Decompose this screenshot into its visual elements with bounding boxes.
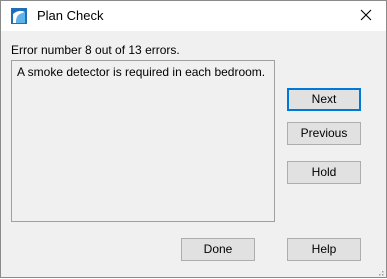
close-icon[interactable]: [360, 9, 372, 24]
done-button[interactable]: Done: [181, 238, 255, 261]
resize-grip-icon[interactable]: [374, 265, 384, 276]
title-bar: Plan Check: [1, 1, 386, 31]
previous-button[interactable]: Previous: [287, 122, 361, 145]
next-button[interactable]: Next: [287, 88, 361, 111]
error-count-label: Error number 8 out of 13 errors.: [11, 43, 180, 57]
hold-button[interactable]: Hold: [287, 161, 361, 184]
close-button[interactable]: [346, 1, 386, 31]
error-message-text: A smoke detector is required in each bed…: [17, 65, 266, 79]
plan-check-app-icon: [11, 8, 27, 24]
window-title: Plan Check: [37, 8, 104, 23]
error-message-box: A smoke detector is required in each bed…: [11, 60, 275, 222]
plan-check-dialog: Plan Check Error number 8 out of 13 erro…: [0, 0, 387, 278]
help-button[interactable]: Help: [287, 238, 361, 261]
